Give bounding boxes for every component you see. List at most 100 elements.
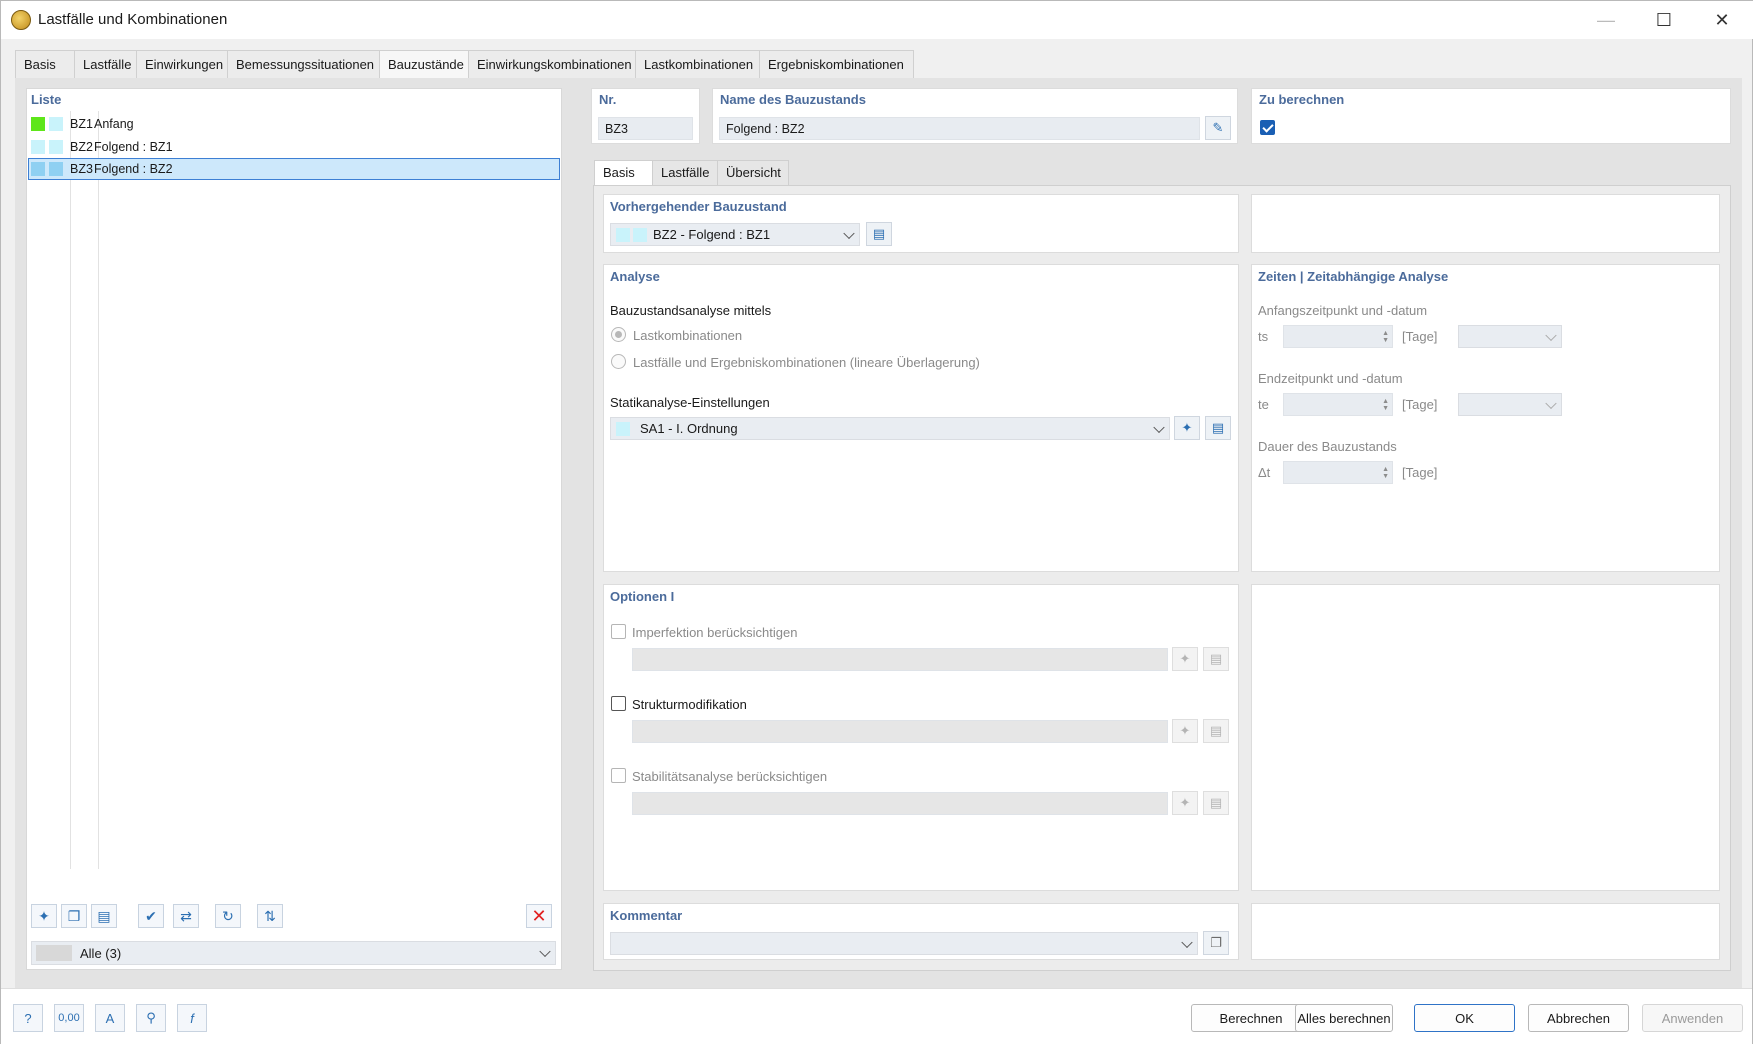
delete-icon[interactable]: ✕ — [526, 904, 552, 928]
list-item-id: BZ2 — [67, 140, 94, 154]
check-all-icon[interactable]: ✔ — [138, 904, 164, 928]
units-icon[interactable]: 0,00 — [54, 1004, 84, 1032]
color-swatch — [616, 228, 630, 242]
previous-panel: Vorhergehender Bauzustand BZ2 - Folgend … — [603, 194, 1239, 253]
radio-lineare-ueberlagerung[interactable] — [611, 354, 626, 369]
filter-icon[interactable]: ⚲ — [136, 1004, 166, 1032]
start-time-input[interactable]: ▲▼ — [1283, 325, 1393, 348]
tab-lastkombinationen[interactable]: Lastkombinationen — [635, 50, 760, 78]
structure-mod-select[interactable] — [632, 720, 1168, 743]
name-field[interactable]: Folgend : BZ2 — [719, 117, 1200, 140]
tab-lastfaelle[interactable]: Lastfälle — [74, 50, 137, 78]
options-right-panel — [1251, 584, 1720, 891]
close-button[interactable]: ✕ — [1693, 1, 1751, 39]
start-unit: [Tage] — [1402, 329, 1437, 344]
imperfection-checkbox[interactable] — [611, 624, 626, 639]
tab-einwirkungen[interactable]: Einwirkungen — [136, 50, 228, 78]
open-item-icon[interactable]: ▤ — [91, 904, 117, 928]
times-panel: Zeiten | Zeitabhängige Analyse Anfangsze… — [1251, 264, 1720, 572]
new-item-icon[interactable]: ✦ — [31, 904, 57, 928]
color-swatch — [633, 228, 647, 242]
list-title: Liste — [31, 92, 61, 107]
inner-tab-basis[interactable]: Basis — [594, 160, 653, 186]
edit-imperfection-icon[interactable]: ▤ — [1203, 647, 1229, 671]
comment-panel: Kommentar ❐ — [603, 903, 1239, 960]
chevron-down-icon — [539, 946, 550, 957]
new-static-icon[interactable]: ✦ — [1174, 416, 1200, 440]
tab-basis[interactable]: Basis — [15, 50, 75, 78]
end-date-select[interactable] — [1458, 393, 1562, 416]
list-item-name: Anfang — [94, 117, 134, 131]
color-swatch — [31, 162, 45, 176]
calculate-all-button[interactable]: Alles berechnen — [1295, 1004, 1393, 1032]
nr-panel: Nr. BZ3 — [591, 88, 700, 144]
cancel-button[interactable]: Abbrechen — [1528, 1004, 1629, 1032]
chevron-down-icon — [843, 227, 854, 238]
apply-button[interactable]: Anwenden — [1642, 1004, 1743, 1032]
sort-icon[interactable]: ⇅ — [257, 904, 283, 928]
start-label: Anfangszeitpunkt und -datum — [1258, 303, 1427, 318]
calculate-button[interactable]: Berechnen — [1191, 1004, 1311, 1032]
new-stability-icon[interactable]: ✦ — [1172, 791, 1198, 815]
list-filter-select[interactable]: Alle (3) — [31, 941, 556, 965]
chevron-down-icon — [1153, 421, 1164, 432]
tab-ergebniskombinationen[interactable]: Ergebniskombinationen — [759, 50, 914, 78]
edit-previous-icon[interactable]: ▤ — [866, 222, 892, 246]
list-item[interactable]: BZ1 Anfang — [28, 113, 560, 135]
tab-einwirkungskombinationen[interactable]: Einwirkungskombinationen — [468, 50, 636, 78]
list-panel: Liste BZ1 Anfang BZ2 Folgend : BZ1 BZ3 F… — [26, 88, 562, 970]
check-toggle-icon[interactable]: ⇄ — [173, 904, 199, 928]
minimize-button[interactable]: — — [1577, 1, 1635, 39]
end-label: Endzeitpunkt und -datum — [1258, 371, 1403, 386]
end-time-input[interactable]: ▲▼ — [1283, 393, 1393, 416]
maximize-button[interactable]: ☐ — [1635, 1, 1693, 39]
window-title: Lastfälle und Kombinationen — [38, 11, 227, 28]
options-panel: Optionen I Imperfektion berücksichtigen … — [603, 584, 1239, 891]
times-title: Zeiten | Zeitabhängige Analyse — [1258, 269, 1448, 284]
method-label: Bauzustandsanalyse mittels — [610, 303, 771, 318]
new-imperfection-icon[interactable]: ✦ — [1172, 647, 1198, 671]
color-swatch — [616, 422, 630, 436]
list-item-name: Folgend : BZ2 — [94, 162, 173, 176]
duration-input[interactable]: ▲▼ — [1283, 461, 1393, 484]
help-icon[interactable]: ? — [13, 1004, 43, 1032]
empty-panel — [1251, 194, 1720, 253]
previous-select[interactable]: BZ2 - Folgend : BZ1 — [610, 223, 860, 246]
edit-structure-mod-icon[interactable]: ▤ — [1203, 719, 1229, 743]
list-item-selected[interactable]: BZ3 Folgend : BZ2 — [28, 158, 560, 180]
new-structure-mod-icon[interactable]: ✦ — [1172, 719, 1198, 743]
previous-title: Vorhergehender Bauzustand — [610, 199, 787, 214]
display-icon[interactable]: A — [95, 1004, 125, 1032]
comment-right-panel — [1251, 903, 1720, 960]
chevron-down-icon — [1545, 329, 1556, 340]
color-swatch — [31, 140, 45, 154]
radio-lastkombinationen[interactable] — [611, 327, 626, 342]
static-select[interactable]: SA1 - I. Ordnung — [610, 417, 1170, 440]
tab-bemessungssituationen[interactable]: Bemessungssituationen — [227, 50, 380, 78]
copy-item-icon[interactable]: ❐ — [61, 904, 87, 928]
stability-select[interactable] — [632, 792, 1168, 815]
stability-checkbox[interactable] — [611, 768, 626, 783]
edit-stability-icon[interactable]: ▤ — [1203, 791, 1229, 815]
tab-bauzustaende[interactable]: Bauzustände — [379, 50, 469, 79]
renumber-icon[interactable]: ↻ — [215, 904, 241, 928]
calc-checkbox[interactable] — [1260, 120, 1275, 135]
comment-library-icon[interactable]: ❐ — [1203, 931, 1229, 955]
title-bar: Lastfälle und Kombinationen — ☐ ✕ — [1, 1, 1753, 39]
inner-tab-lastfaelle[interactable]: Lastfälle — [652, 160, 718, 185]
ok-button[interactable]: OK — [1414, 1004, 1515, 1032]
comment-input[interactable] — [610, 932, 1198, 955]
static-value: SA1 - I. Ordnung — [640, 421, 738, 436]
list-item[interactable]: BZ2 Folgend : BZ1 — [28, 136, 560, 158]
structure-mod-checkbox[interactable] — [611, 696, 626, 711]
formula-icon[interactable]: f — [177, 1004, 207, 1032]
edit-name-icon[interactable]: ✎ — [1205, 116, 1231, 140]
edit-static-icon[interactable]: ▤ — [1205, 416, 1231, 440]
duration-unit: [Tage] — [1402, 465, 1437, 480]
nr-field[interactable]: BZ3 — [598, 117, 693, 140]
calc-panel: Zu berechnen — [1251, 88, 1731, 144]
inner-tab-uebersicht[interactable]: Übersicht — [717, 160, 789, 185]
end-unit: [Tage] — [1402, 397, 1437, 412]
imperfection-select[interactable] — [632, 648, 1168, 671]
start-date-select[interactable] — [1458, 325, 1562, 348]
